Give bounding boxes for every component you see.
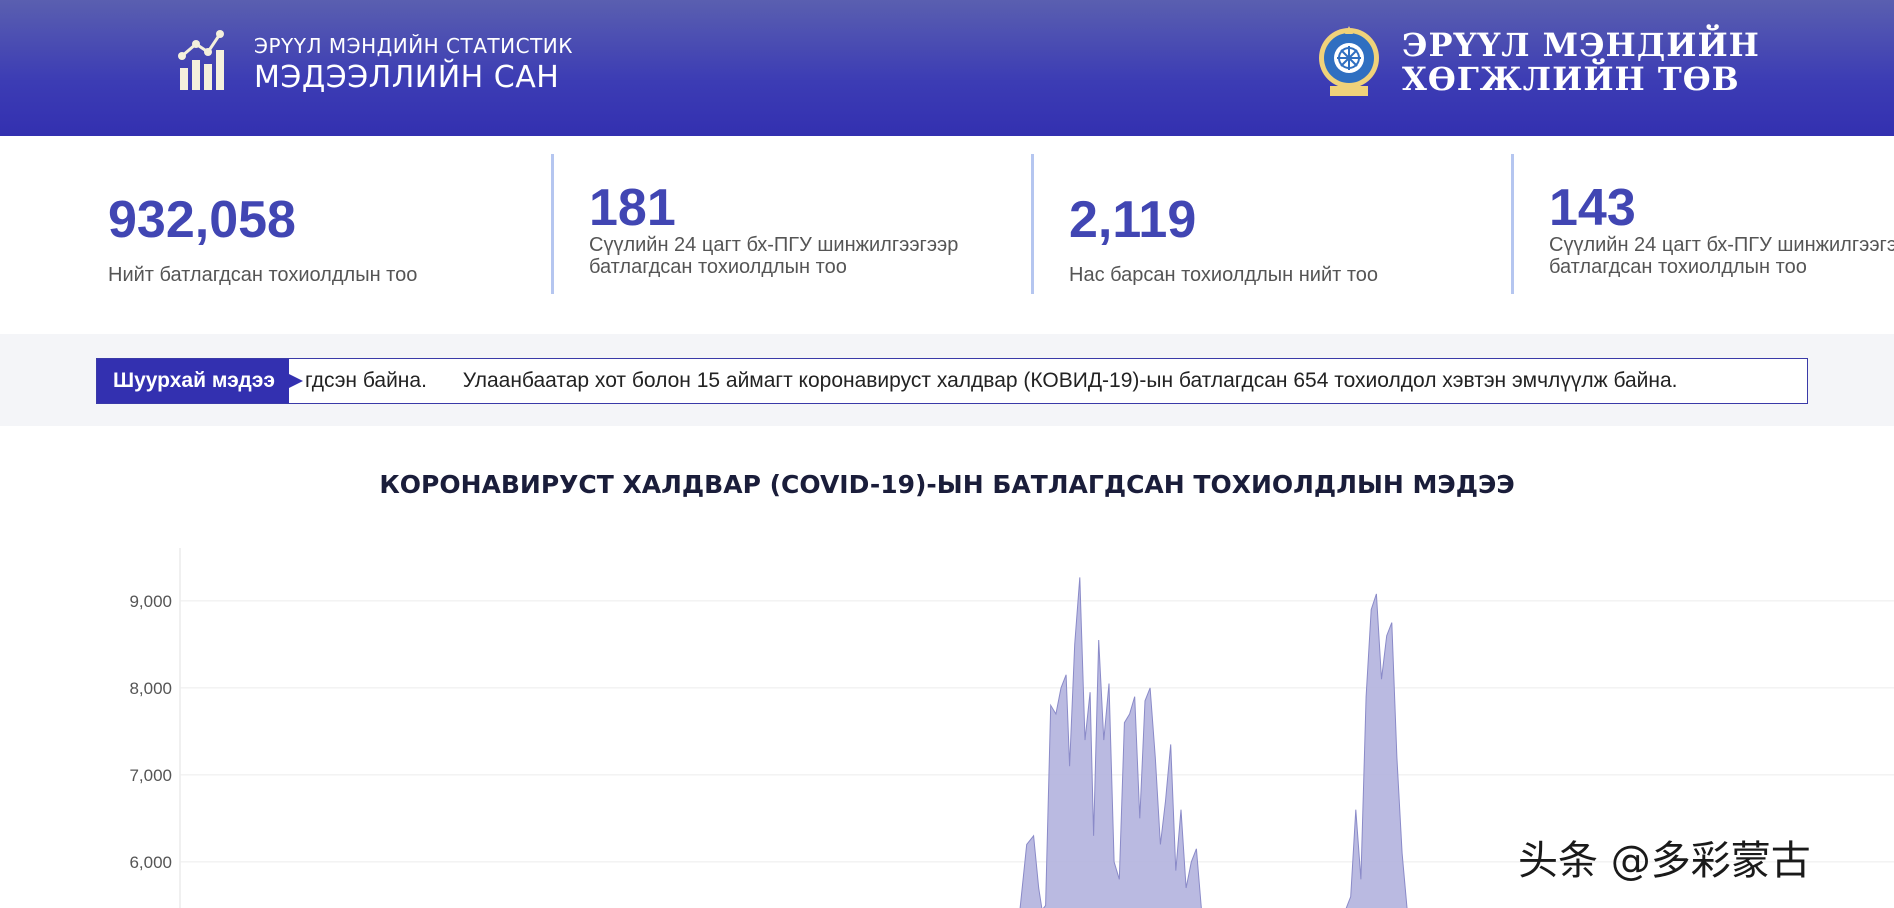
stat-divider [551, 154, 554, 294]
stat-value: 932,058 [108, 191, 296, 249]
news-ticker[interactable]: Шуурхай мэдээ гдсэн байна. Улаанбаатар х… [96, 358, 1808, 404]
watermark: 头条 @多彩蒙古 [1518, 838, 1811, 884]
stat-label: Нийт батлагдсан тохиолдлын тоо [108, 264, 418, 286]
stat-value: 2,119 [1069, 191, 1197, 249]
stat-divider [1511, 154, 1514, 294]
stats-panel: 932,058 Нийт батлагдсан тохиолдлын тоо 1… [0, 136, 1894, 334]
stat-total-confirmed: 932,058 Нийт батлагдсан тохиолдлын тоо [108, 154, 548, 294]
stat-label: Сүүлийн 24 цагт бх-ПГУ шинжилгээгээр [589, 234, 959, 256]
breaking-news-tag: Шуурхай мэдээ [97, 359, 303, 403]
ticker-item[interactable]: гдсэн байна. [305, 369, 427, 392]
news-band: Шуурхай мэдээ гдсэн байна. Улаанбаатар х… [0, 334, 1894, 426]
chart-title: КОРОНАВИРУСТ ХАЛДВАР (COVID-19)-ЫН БАТЛА… [379, 470, 1515, 499]
stat-24h-pcr-2: 143 Сүүлийн 24 цагт бх-ПГУ шинжилгээгээр… [1511, 154, 1894, 294]
stat-label-line2: батлагдсан тохиолдлын тоо [1549, 256, 1807, 278]
y-tick-label: 9,000 [129, 592, 172, 611]
y-tick-label: 6,000 [129, 853, 172, 872]
statistics-logo-icon[interactable] [178, 28, 232, 92]
y-tick-label: 7,000 [129, 766, 172, 785]
stat-deaths: 2,119 Нас барсан тохиолдлын нийт тоо [1031, 154, 1471, 294]
health-center-name-line1: ЭРҮҮЛ МЭНДИЙН [1402, 26, 1760, 64]
site-header: ЭРҮҮЛ МЭНДИЙН СТАТИСТИК МЭДЭЭЛЛИЙН САН Э… [0, 0, 1894, 136]
stat-divider [1031, 154, 1034, 294]
stat-value: 143 [1549, 179, 1636, 237]
brand-subtitle: ЭРҮҮЛ МЭНДИЙН СТАТИСТИК [254, 34, 573, 58]
stat-value: 181 [589, 179, 676, 237]
stat-label: Сүүлийн 24 цагт бх-ПГУ шинжилгээгээр [1549, 234, 1894, 256]
ticker-text[interactable]: гдсэн байна. Улаанбаатар хот болон 15 ай… [305, 359, 1708, 403]
stat-24h-pcr: 181 Сүүлийн 24 цагт бх-ПГУ шинжилгээгээр… [551, 154, 991, 294]
health-center-name: ЭРҮҮЛ МЭНДИЙН ХӨГЖЛИЙН ТӨВ [1402, 28, 1760, 96]
stat-label: Нас барсан тохиолдлын нийт тоо [1069, 264, 1379, 286]
stat-label-line2: батлагдсан тохиолдлын тоо [589, 256, 847, 278]
state-emblem-icon [1319, 26, 1379, 96]
health-center-name-line2: ХӨГЖЛИЙН ТӨВ [1402, 60, 1740, 98]
y-tick-label: 8,000 [129, 679, 172, 698]
brand-title[interactable]: МЭДЭЭЛЛИЙН САН [254, 60, 559, 95]
ticker-item[interactable]: Улаанбаатар хот болон 15 аймагт коронави… [463, 369, 1678, 392]
